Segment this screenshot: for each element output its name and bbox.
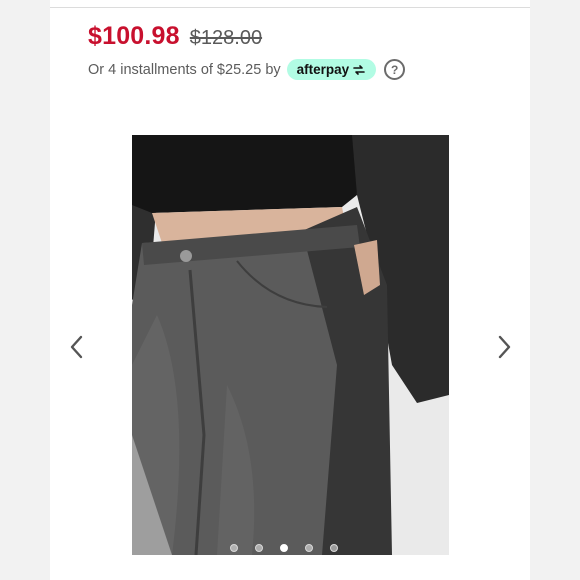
product-image	[132, 135, 449, 555]
carousel-dots	[230, 544, 338, 552]
installments-text: Or 4 installments of $25.25 by	[88, 61, 281, 78]
prev-image-button[interactable]	[66, 334, 88, 360]
carousel-dot[interactable]	[230, 544, 238, 552]
carousel-dot[interactable]	[305, 544, 313, 552]
price-row: $100.98 $128.00	[88, 22, 262, 51]
product-panel: $100.98 $128.00 Or 4 installments of $25…	[50, 0, 530, 580]
help-icon[interactable]: ?	[384, 59, 406, 80]
jeans-photo	[132, 135, 449, 555]
afterpay-label: afterpay	[296, 62, 350, 77]
chevron-left-icon	[70, 335, 83, 359]
carousel-dot[interactable]	[330, 544, 338, 552]
installments-row: Or 4 installments of $25.25 by afterpay …	[88, 59, 406, 80]
afterpay-arrows-icon	[353, 64, 365, 75]
sale-price: $100.98	[88, 22, 180, 50]
original-price: $128.00	[189, 27, 263, 49]
next-image-button[interactable]	[493, 334, 515, 360]
carousel-dot[interactable]	[255, 544, 263, 552]
chevron-right-icon	[498, 335, 511, 359]
afterpay-badge[interactable]: afterpay	[286, 59, 377, 80]
divider	[50, 7, 530, 8]
carousel-dot[interactable]	[280, 544, 288, 552]
